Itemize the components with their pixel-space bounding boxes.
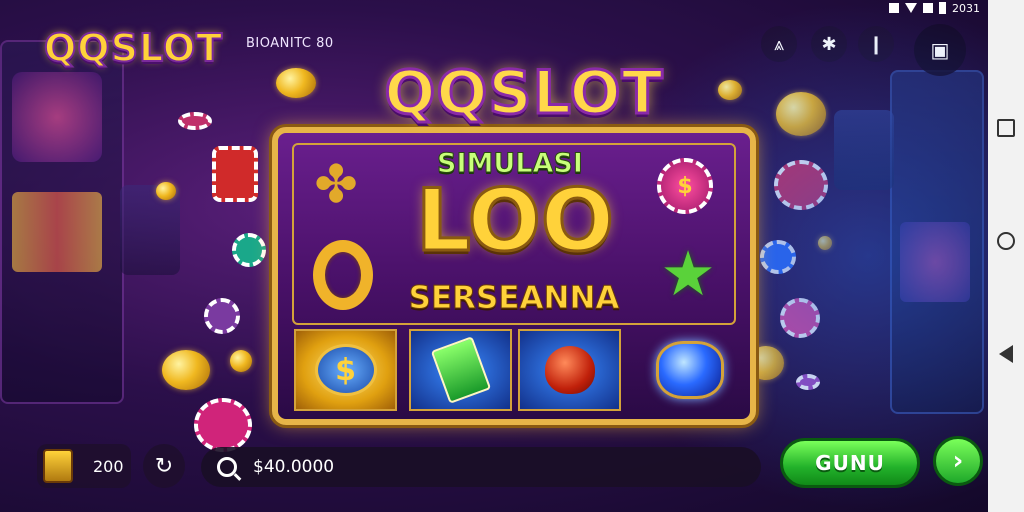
app-logo: QQSLOT xyxy=(43,25,224,71)
coin-icon xyxy=(156,182,176,200)
coin-icon xyxy=(162,350,210,390)
cash-icon xyxy=(430,336,491,404)
banner-subtitle: SERSEANNA xyxy=(408,280,620,317)
search-bar[interactable] xyxy=(201,447,761,487)
poker-chip-icon xyxy=(760,240,796,274)
clock: 2031 xyxy=(952,1,980,15)
coin-icon xyxy=(776,92,826,136)
poker-chip-icon xyxy=(796,374,820,390)
signal-icon xyxy=(923,3,933,13)
slot-tile-bag[interactable] xyxy=(518,329,621,411)
money-bag-icon xyxy=(544,346,595,394)
poker-chip-icon xyxy=(178,112,212,130)
poker-chip-icon xyxy=(780,298,820,338)
play-button[interactable]: GUNU xyxy=(780,438,920,488)
treasure-chest-icon xyxy=(43,449,73,483)
search-icon xyxy=(217,457,237,477)
system-nav-bar xyxy=(988,0,1024,512)
poker-chip-icon xyxy=(212,146,258,202)
cheer-icon[interactable]: ⩓ xyxy=(761,26,797,62)
slot-tile-cash[interactable] xyxy=(409,329,512,411)
arcade-machine-right-small xyxy=(834,110,894,190)
coin-icon xyxy=(276,68,316,98)
game-screen: QQSLOT BIOANITC 80 ⩓ ✱ ❙ ▣ 2031 QQSLOT S… xyxy=(0,0,1024,512)
balance-value: 200 xyxy=(93,456,124,476)
coin-icon xyxy=(230,350,252,372)
hint-icon[interactable]: ❙ xyxy=(858,26,894,62)
dollar-coin-icon: $ xyxy=(314,344,377,396)
header-label: BIOANITC 80 xyxy=(246,36,334,51)
refresh-icon[interactable]: ↻ xyxy=(143,444,185,488)
poker-chip-icon xyxy=(774,160,828,210)
search-input[interactable] xyxy=(251,456,735,478)
poker-chip-icon xyxy=(204,298,240,334)
back-icon[interactable] xyxy=(999,345,1013,363)
slot-tile-gem[interactable] xyxy=(640,329,740,411)
wifi-icon xyxy=(905,3,917,13)
next-button[interactable]: › xyxy=(933,436,983,486)
star-icon: ★ xyxy=(660,236,716,310)
settings-icon[interactable]: ✱ xyxy=(811,26,847,62)
poker-chip-icon: $ xyxy=(657,158,713,214)
gold-ring-icon xyxy=(313,240,373,310)
banner-amount: LOO xyxy=(415,171,616,271)
gem-icon xyxy=(656,341,724,399)
balance-display[interactable]: 200 xyxy=(37,444,131,488)
slot-tile-coin[interactable]: $ xyxy=(294,329,397,411)
poker-chip-icon xyxy=(194,398,252,452)
poker-chip-icon xyxy=(232,233,266,267)
sim-icon xyxy=(889,3,899,13)
recent-apps-icon[interactable] xyxy=(997,119,1015,137)
clover-icon: ✤ xyxy=(314,155,358,215)
battery-icon xyxy=(939,2,946,14)
coin-icon xyxy=(718,80,742,100)
arcade-machine-left xyxy=(0,40,124,404)
banner-logo: QQSLOT xyxy=(383,57,664,130)
coin-icon xyxy=(818,236,832,250)
home-icon[interactable] xyxy=(997,232,1015,250)
arcade-machine-right xyxy=(890,70,984,414)
status-bar: 2031 xyxy=(889,0,980,16)
menu-icon[interactable]: ▣ xyxy=(914,24,966,76)
